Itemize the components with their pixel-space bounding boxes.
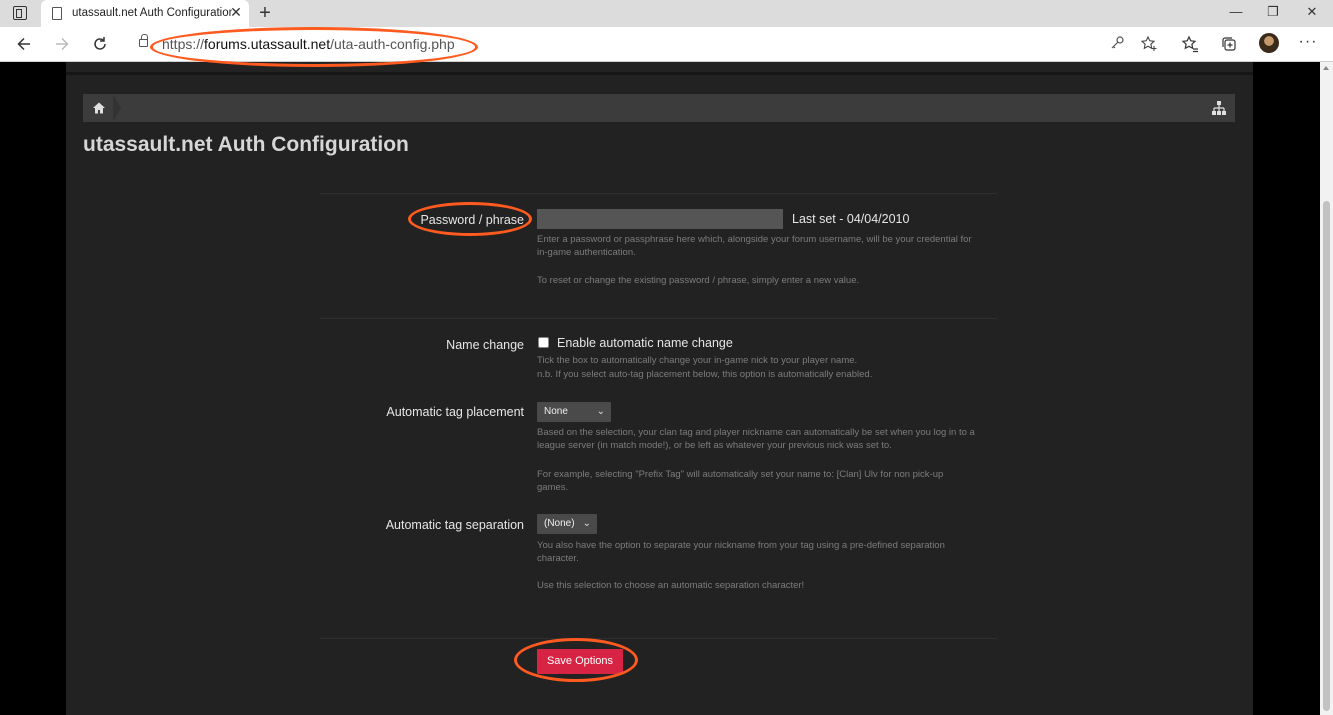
breadcrumb — [83, 94, 1235, 122]
back-button[interactable] — [14, 34, 34, 54]
new-tab-button[interactable]: + — [256, 1, 274, 25]
password-input[interactable] — [537, 209, 783, 229]
tag-placement-example: For example, selecting "Prefix Tag" will… — [537, 469, 944, 493]
restore-button[interactable]: ❐ — [1263, 4, 1283, 20]
home-icon[interactable] — [92, 101, 106, 115]
refresh-button[interactable] — [90, 34, 110, 54]
back-icon — [17, 37, 30, 51]
tab-title: utassault.net Auth Configuration — [72, 7, 232, 19]
divider — [320, 638, 997, 639]
url-scheme: https:// — [162, 36, 205, 52]
url-host: forums.utassault.net — [204, 36, 331, 52]
save-options-button[interactable]: Save Options — [537, 649, 623, 674]
name-change-help-note: n.b. If you select auto-tag placement be… — [537, 369, 873, 380]
tab-close-button[interactable]: ✕ — [228, 4, 244, 21]
close-window-button[interactable]: ✕ — [1302, 4, 1322, 20]
password-last-set: Last set - 04/04/2010 — [792, 212, 910, 226]
more-icon[interactable]: ··· — [1298, 33, 1318, 51]
minimize-button[interactable]: — — [1226, 4, 1246, 19]
favorite-add-icon[interactable] — [1140, 35, 1158, 53]
password-label: Password / phrase — [420, 213, 524, 227]
key-icon[interactable] — [1108, 35, 1126, 53]
tag-separation-help: You also have the option to separate you… — [537, 540, 945, 564]
collections-button[interactable] — [1219, 34, 1239, 54]
password-help-reset: To reset or change the existing password… — [537, 275, 860, 286]
name-change-label: Name change — [446, 338, 524, 352]
forward-icon — [56, 37, 69, 51]
page-title: utassault.net Auth Configuration — [83, 133, 409, 156]
scroll-thumb[interactable] — [1323, 201, 1330, 711]
url-path: /uta-auth-config.php — [330, 36, 455, 52]
tag-separation-select[interactable]: (None) ⌄ — [537, 514, 597, 534]
divider — [320, 193, 997, 194]
tag-separation-selected: (None) — [544, 518, 575, 529]
tag-separation-help-note: Use this selection to choose an automati… — [537, 580, 805, 591]
browser-tab-bar: utassault.net Auth Configuration ✕ + — ❐… — [0, 0, 1333, 28]
collections-icon — [1222, 37, 1236, 51]
profile-avatar[interactable] — [1259, 33, 1279, 53]
url-text[interactable]: https://forums.utassault.net/uta-auth-co… — [162, 36, 455, 52]
header-strip — [66, 72, 1253, 75]
divider — [320, 318, 997, 319]
address-bar[interactable]: https://forums.utassault.net/uta-auth-co… — [126, 31, 1172, 58]
tag-placement-select[interactable]: None ⌄ — [537, 402, 611, 422]
address-toolbar: https://forums.utassault.net/uta-auth-co… — [0, 27, 1333, 62]
favorites-button[interactable] — [1180, 34, 1200, 54]
scrollbar[interactable] — [1320, 62, 1333, 715]
tag-placement-label: Automatic tag placement — [386, 405, 524, 419]
scroll-up-icon[interactable] — [1323, 66, 1329, 70]
tag-placement-selected: None — [544, 406, 568, 417]
browser-tab[interactable]: utassault.net Auth Configuration ✕ — [41, 0, 249, 28]
name-change-checkbox[interactable] — [538, 337, 549, 348]
tab-actions-icon[interactable] — [13, 6, 27, 20]
page-content: utassault.net Auth Configuration Passwor… — [66, 62, 1253, 715]
tag-separation-label: Automatic tag separation — [385, 518, 524, 532]
forward-button[interactable] — [52, 34, 72, 54]
chevron-down-icon: ⌄ — [596, 406, 605, 417]
name-change-checkbox-label[interactable]: Enable automatic name change — [557, 336, 733, 350]
favorites-icon — [1181, 35, 1198, 53]
breadcrumb-separator — [113, 94, 121, 122]
chevron-down-icon: ⌄ — [582, 518, 591, 529]
refresh-icon — [94, 37, 106, 50]
tag-placement-help: Based on the selection, your clan tag an… — [537, 427, 975, 451]
page-icon — [52, 7, 62, 20]
password-help: Enter a password or passphrase here whic… — [537, 234, 972, 258]
lock-icon[interactable] — [139, 34, 148, 47]
sitemap-icon[interactable] — [1211, 100, 1227, 116]
name-change-help: Tick the box to automatically change you… — [537, 355, 858, 366]
